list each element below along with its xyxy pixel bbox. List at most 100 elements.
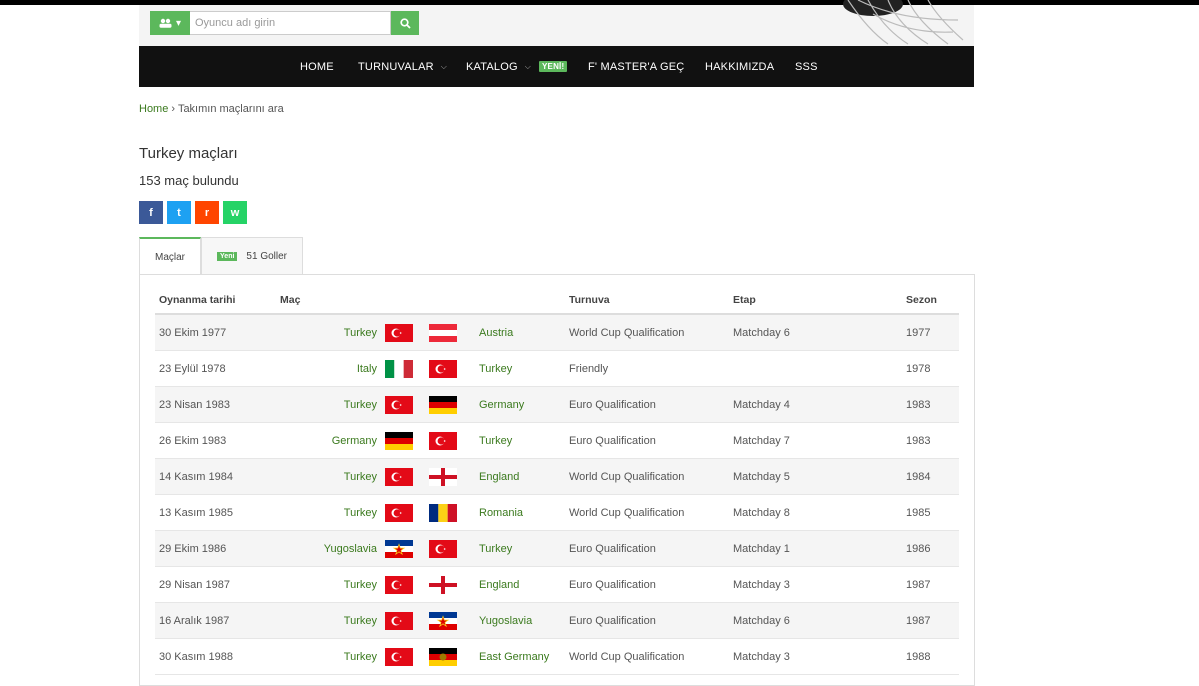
facebook-share-button[interactable]: f [139, 201, 163, 224]
table-header-row: Oynanma tarihi Maç Turnuva Etap Sezon [155, 287, 959, 315]
nav-tournaments[interactable]: TURNUVALAR ⌵ [358, 46, 447, 87]
season: 1988 [902, 638, 959, 675]
turkey-flag-icon [381, 386, 425, 423]
search-type-dropdown[interactable]: ▾ [150, 11, 190, 35]
tournament-name: World Cup Qualification [565, 638, 729, 675]
stage-name: Matchday 1 [729, 530, 902, 567]
main-nav: HOME TURNUVALAR ⌵ KATALOG ⌵ YENİ! F' MASTER… [139, 46, 974, 87]
stage-name: Matchday 4 [729, 386, 902, 423]
new-badge: Yeni [217, 252, 238, 261]
home-team-link[interactable]: Turkey [276, 494, 381, 531]
tab-goals[interactable]: Yeni 51 Goller [201, 237, 303, 276]
nav-tournaments-label: TURNUVALAR [358, 60, 434, 73]
stage-name: Matchday 3 [729, 638, 902, 675]
match-date: 30 Kasım 1988 [155, 638, 276, 675]
stage-name: Matchday 6 [729, 314, 902, 351]
nav-master-label: F' MASTER'A GEÇ [588, 60, 685, 73]
match-date: 23 Eylül 1978 [155, 350, 276, 387]
match-date: 23 Nisan 1983 [155, 386, 276, 423]
home-team-link[interactable]: Italy [276, 350, 381, 387]
turkey-flag-icon [425, 422, 475, 459]
home-team-link[interactable]: Turkey [276, 314, 381, 351]
nav-home[interactable]: HOME [300, 46, 334, 87]
nav-master[interactable]: F' MASTER'A GEÇ [588, 46, 684, 87]
away-team-link[interactable]: England [475, 458, 565, 495]
match-count: 153 maç bulundu [139, 173, 239, 188]
matches-table: Oynanma tarihi Maç Turnuva Etap Sezon 30… [155, 287, 959, 675]
tournament-name: World Cup Qualification [565, 314, 729, 351]
home-team-link[interactable]: Yugoslavia [276, 530, 381, 567]
season: 1977 [902, 314, 959, 351]
home-team-link[interactable]: Turkey [276, 458, 381, 495]
away-team-link[interactable]: Turkey [475, 350, 565, 387]
home-team-link[interactable]: Germany [276, 422, 381, 459]
tournament-name: World Cup Qualification [565, 494, 729, 531]
tournament-name: Euro Qualification [565, 422, 729, 459]
stage-name: Matchday 8 [729, 494, 902, 531]
match-date: 26 Ekim 1983 [155, 422, 276, 459]
table-row: 14 Kasım 1984 Turkey England World Cup Qual… [155, 458, 959, 495]
chevron-down-icon: ⌵ [440, 61, 448, 71]
away-team-link[interactable]: Austria [475, 314, 565, 351]
col-season-header: Sezon [902, 287, 959, 315]
away-team-link[interactable]: Romania [475, 494, 565, 531]
whatsapp-share-button[interactable]: w [223, 201, 247, 224]
table-row: 26 Ekim 1983 Germany Turkey Euro Qualificat… [155, 422, 959, 459]
col-date-header: Oynanma tarihi [155, 287, 276, 315]
search-button[interactable] [391, 11, 419, 35]
stage-name: Matchday 6 [729, 602, 902, 639]
italy-flag-icon [381, 350, 425, 387]
nav-about[interactable]: HAKKIMIZDA [705, 46, 774, 87]
table-row: 23 Nisan 1983 Turkey Germany Euro Qualifica… [155, 386, 959, 423]
season: 1983 [902, 386, 959, 423]
nav-about-label: HAKKIMIZDA [705, 60, 775, 73]
twitter-share-button[interactable]: t [167, 201, 191, 224]
twitter-icon: t [177, 206, 181, 219]
chevron-down-icon: ⌵ [524, 61, 531, 71]
users-icon [159, 18, 172, 28]
turkey-flag-icon [381, 314, 425, 351]
away-team-link[interactable]: Turkey [475, 422, 565, 459]
nav-faq-label: SSS [795, 60, 818, 73]
nav-catalog[interactable]: KATALOG ⌵ YENİ! [466, 46, 568, 87]
col-stage-header: Etap [729, 287, 902, 315]
table-row: 13 Kasım 1985 Turkey Romania World Cup Qual… [155, 494, 959, 531]
basketball-net-graphic [843, 0, 964, 45]
turkey-flag-icon [381, 602, 425, 639]
breadcrumb-home-link[interactable]: Home [139, 103, 168, 115]
search-input[interactable] [190, 11, 391, 35]
season: 1985 [902, 494, 959, 531]
tournament-name: Euro Qualification [565, 602, 729, 639]
romania-flag-icon [425, 494, 475, 531]
away-team-link[interactable]: East Germany [475, 638, 565, 675]
tab-bar: Maçlar Yeni 51 Goller [139, 237, 303, 276]
home-team-link[interactable]: Turkey [276, 566, 381, 603]
nav-faq[interactable]: SSS [795, 46, 818, 87]
tournament-name: Euro Qualification [565, 530, 729, 567]
home-team-link[interactable]: Turkey [276, 602, 381, 639]
east-germany-flag-icon [425, 638, 475, 675]
season: 1987 [902, 602, 959, 639]
away-team-link[interactable]: Germany [475, 386, 565, 423]
breadcrumb-separator: › [171, 103, 176, 115]
turkey-flag-icon [381, 566, 425, 603]
away-team-link[interactable]: Turkey [475, 530, 565, 567]
player-search: ▾ [150, 11, 419, 35]
away-team-link[interactable]: England [475, 566, 565, 603]
new-badge: YENİ! [539, 61, 568, 72]
whatsapp-icon: w [230, 206, 240, 219]
turkey-flag-icon [381, 458, 425, 495]
home-team-link[interactable]: Turkey [276, 638, 381, 675]
home-team-link[interactable]: Turkey [276, 386, 381, 423]
tab-matches[interactable]: Maçlar [139, 237, 202, 276]
table-row: 23 Eylül 1978 Italy Turkey Friendly 1978 [155, 350, 959, 387]
col-tournament-header: Turnuva [565, 287, 729, 315]
table-row: 30 Ekim 1977 Turkey Austria World Cup Quali… [155, 314, 959, 351]
breadcrumb-current: Takımın maçlarını ara [177, 103, 284, 115]
reddit-share-button[interactable]: r [195, 201, 219, 224]
tournament-name: World Cup Qualification [565, 458, 729, 495]
away-team-link[interactable]: Yugoslavia [475, 602, 565, 639]
col-match-header: Maç [276, 287, 565, 315]
table-row: 30 Kasım 1988 Turkey East Germany World Cup… [155, 638, 959, 675]
share-buttons: f t r w [139, 201, 247, 224]
